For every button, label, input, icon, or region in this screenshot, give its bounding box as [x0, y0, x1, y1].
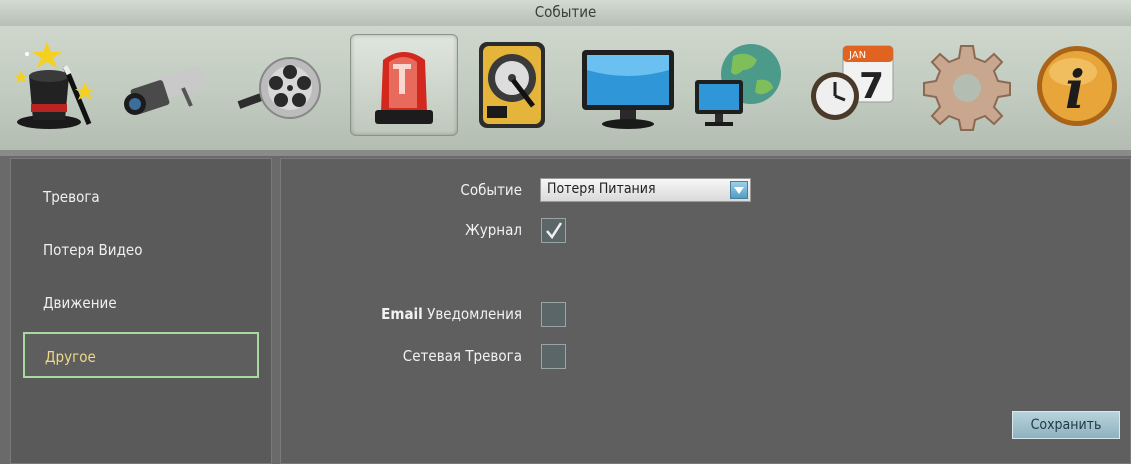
save-button[interactable]: Сохранить: [1012, 411, 1120, 439]
log-label: Журнал: [465, 221, 522, 239]
calendar-month: JAN: [848, 50, 866, 61]
email-notification-label: Email Уведомления: [381, 305, 522, 323]
event-type-select[interactable]: Потеря Питания: [540, 178, 751, 202]
toolbar-schedule[interactable]: JAN 7: [800, 34, 906, 134]
sidebar-item-other[interactable]: Другое: [23, 332, 259, 378]
toolbar-settings[interactable]: [914, 34, 1020, 134]
email-notification-checkbox[interactable]: [541, 302, 566, 327]
toolbar-playback[interactable]: [229, 34, 335, 134]
sidebar-item-alarm[interactable]: Тревога: [23, 174, 259, 220]
network-globe-icon: [695, 44, 781, 126]
toolbar-network[interactable]: [688, 34, 794, 134]
checkmark-icon: [546, 222, 563, 240]
network-alarm-checkbox[interactable]: [541, 344, 566, 369]
window-title: Событие: [534, 3, 597, 21]
hard-drive-icon: [479, 42, 545, 128]
event-sidebar: Тревога Потеря Видео Движение Другое: [10, 158, 272, 464]
gear-icon: [923, 45, 1011, 131]
event-type-value: Потеря Питания: [547, 181, 656, 197]
log-checkbox[interactable]: [541, 218, 566, 243]
alarm-siren-icon: [375, 52, 433, 124]
title-bar: Событие: [0, 0, 1131, 27]
toolbar-storage[interactable]: [460, 34, 566, 134]
toolbar-separator: [0, 150, 1131, 156]
email-label-rest: Уведомления: [427, 305, 522, 323]
calendar-day: 7: [859, 66, 884, 107]
sidebar-item-video-loss[interactable]: Потеря Видео: [23, 227, 259, 273]
wizard-hat-icon: [14, 42, 95, 129]
toolbar-info[interactable]: i: [1024, 34, 1130, 134]
toolbar-camera[interactable]: [114, 34, 220, 134]
camera-icon: [124, 65, 206, 115]
toolbar-wizard[interactable]: [4, 34, 110, 134]
clock-calendar-icon: JAN 7: [811, 45, 894, 120]
film-reel-icon: [237, 57, 321, 119]
main-toolbar: JAN 7 i: [0, 26, 1131, 150]
monitor-icon: [582, 50, 674, 129]
chevron-down-icon[interactable]: [730, 181, 748, 199]
event-settings-panel: Событие Потеря Питания Журнал Email Увед…: [280, 158, 1131, 464]
toolbar-display[interactable]: [575, 34, 681, 134]
toolbar-event[interactable]: [350, 34, 458, 136]
event-label: Событие: [460, 181, 522, 199]
network-alarm-label: Сетевая Тревога: [402, 347, 522, 365]
info-glyph: i: [1065, 60, 1085, 121]
sidebar-item-motion[interactable]: Движение: [23, 280, 259, 326]
email-label-bold: Email: [381, 305, 423, 323]
info-icon: i: [1037, 46, 1117, 126]
